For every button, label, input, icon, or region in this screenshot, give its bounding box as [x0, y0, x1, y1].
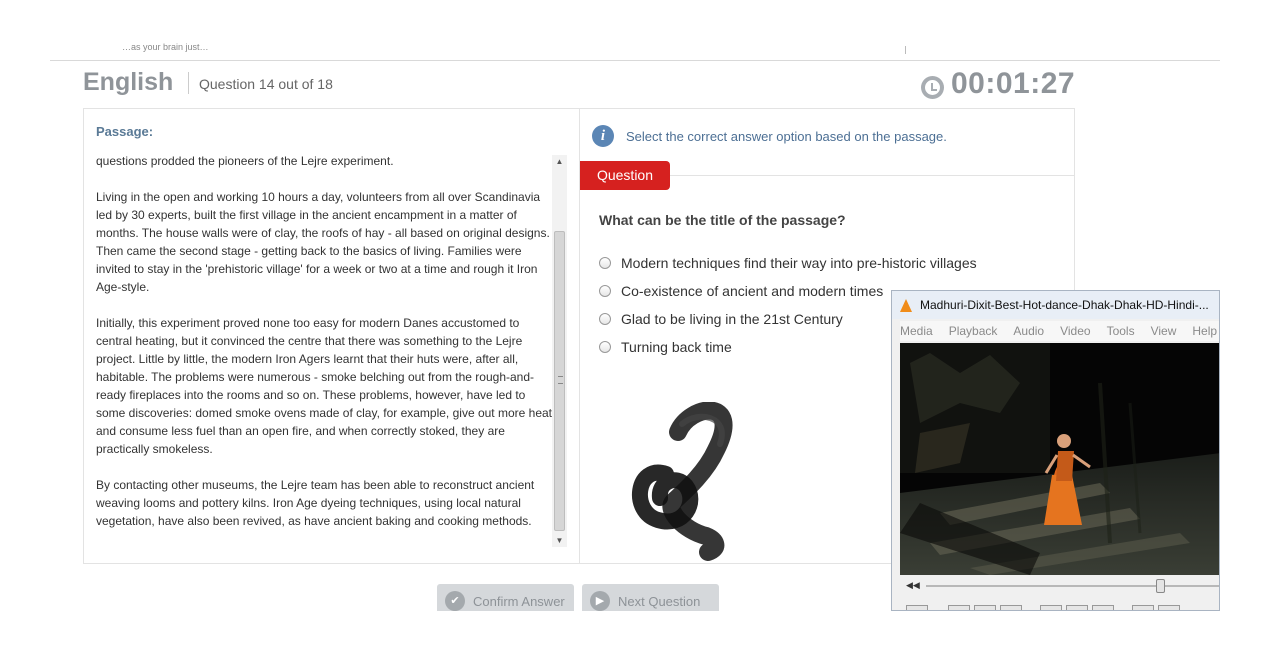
vlc-menu-tools[interactable]: Tools [1107, 321, 1135, 341]
loop-icon[interactable] [1132, 605, 1154, 610]
seek-track[interactable] [926, 585, 1219, 587]
vlc-controls [900, 605, 1219, 610]
option-label[interactable]: Glad to be living in the 21st Century [621, 311, 843, 327]
option-label[interactable]: Co-existence of ancient and modern times [621, 283, 883, 299]
fullscreen-icon[interactable] [1040, 605, 1062, 610]
video-scene [900, 343, 1219, 575]
toggle-playlist-icon[interactable] [906, 605, 928, 610]
scroll-up-icon[interactable]: ▲ [552, 155, 567, 168]
passage-paragraph: questions prodded the pioneers of the Le… [96, 154, 394, 168]
option-label[interactable]: Modern techniques find their way into pr… [621, 255, 977, 271]
shuffle-icon[interactable] [1158, 605, 1180, 610]
passage-scrollbar[interactable]: ▲ ▼ [552, 155, 567, 547]
question-text: What can be the title of the passage? [599, 212, 846, 228]
radio-button[interactable] [599, 313, 611, 325]
passage-paragraph: Living in the open and working 10 hours … [96, 190, 550, 294]
next-icon[interactable] [1000, 605, 1022, 610]
vlc-menu-audio[interactable]: Audio [1013, 321, 1044, 341]
vlc-menu-playback[interactable]: Playback [949, 321, 998, 341]
vlc-menu-view[interactable]: View [1151, 321, 1177, 341]
passage-paragraph: By contacting other museums, the Lejre t… [96, 478, 535, 528]
confirm-answer-button[interactable]: ✔ Confirm Answer [437, 584, 574, 611]
seek-knob[interactable] [1156, 579, 1165, 593]
timer: 00:01:27 [921, 67, 1075, 101]
radio-button[interactable] [599, 341, 611, 353]
next-question-button[interactable]: ▶ Next Question [582, 584, 719, 611]
extended-settings-icon[interactable] [1066, 605, 1088, 610]
vlc-cone-icon [900, 298, 912, 312]
playlist-icon[interactable] [1092, 605, 1114, 610]
question-tab: Question [580, 161, 670, 190]
instruction-text: Select the correct answer option based o… [626, 128, 947, 144]
clock-icon [921, 75, 944, 99]
scribble-drawing [631, 402, 733, 561]
scroll-down-icon[interactable]: ▼ [552, 534, 567, 547]
passage-heading: Passage: [96, 124, 154, 139]
radio-button[interactable] [599, 285, 611, 297]
video-frame[interactable] [900, 343, 1219, 575]
stop-icon[interactable] [974, 605, 996, 610]
vlc-title-bar[interactable]: Madhuri-Dixit-Best-Hot-dance-Dhak-Dhak-H… [892, 291, 1219, 319]
top-faded-text: …as your brain just… [122, 42, 209, 52]
vlc-title: Madhuri-Dixit-Best-Hot-dance-Dhak-Dhak-H… [920, 298, 1209, 312]
vlc-menu-bar: Media Playback Audio Video Tools View He… [900, 321, 1219, 341]
rewind-icon[interactable]: ◀◀ [906, 580, 920, 591]
info-icon: i [592, 125, 614, 147]
answer-option[interactable]: Modern techniques find their way into pr… [599, 249, 977, 277]
passage-text: questions prodded the pioneers of the Le… [96, 152, 552, 548]
radio-button[interactable] [599, 257, 611, 269]
check-icon: ✔ [445, 591, 465, 611]
scroll-thumb[interactable] [554, 231, 565, 531]
confirm-answer-label: Confirm Answer [473, 593, 565, 609]
option-label[interactable]: Turning back time [621, 339, 732, 355]
header-divider [188, 72, 189, 94]
vlc-menu-video[interactable]: Video [1060, 321, 1090, 341]
next-question-label: Next Question [618, 593, 701, 609]
instruction: i Select the correct answer option based… [592, 125, 947, 147]
passage-panel[interactable]: Passage: questions prodded the pioneers … [84, 109, 580, 563]
timer-value: 00:01:27 [951, 67, 1076, 100]
prev-icon[interactable] [948, 605, 970, 610]
top-divider [905, 46, 906, 54]
vlc-window[interactable]: Madhuri-Dixit-Best-Hot-dance-Dhak-Dhak-H… [891, 290, 1220, 611]
question-counter: Question 14 out of 18 [199, 76, 333, 92]
play-icon: ▶ [590, 591, 610, 611]
top-bar: …as your brain just… [50, 0, 1220, 61]
grip-icon [558, 376, 563, 384]
passage-paragraph: Initially, this experiment proved none t… [96, 316, 552, 456]
vlc-seek-bar[interactable]: ◀◀ [900, 579, 1219, 593]
vlc-menu-help[interactable]: Help [1192, 321, 1217, 341]
vlc-menu-media[interactable]: Media [900, 321, 933, 341]
subject-title: English [83, 68, 174, 96]
